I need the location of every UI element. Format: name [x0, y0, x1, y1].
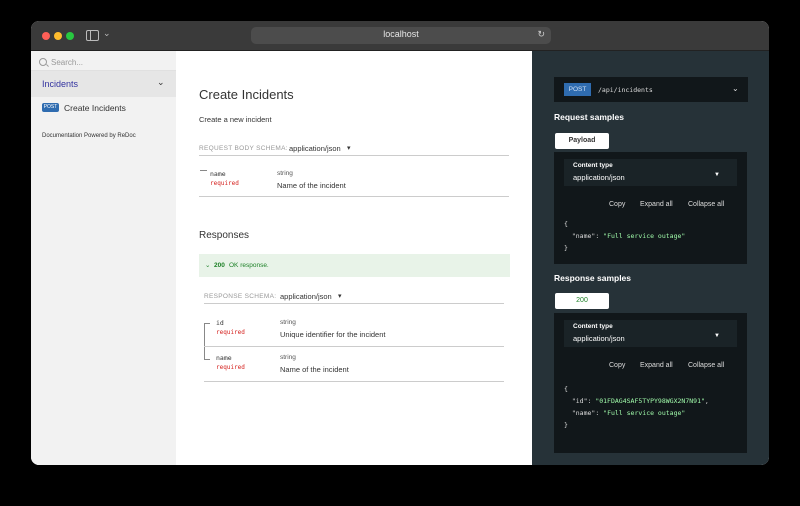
tree-connector	[204, 359, 210, 360]
field-name: name	[216, 354, 232, 362]
request-content-type-select[interactable]: application/json	[289, 144, 341, 153]
sample-id-value: "01FDAG4SAF5TYPY98WGX2N7N91"	[595, 397, 705, 405]
collapse-all-button[interactable]: Collapse all	[688, 201, 724, 208]
reload-icon[interactable]: ↻	[537, 29, 545, 40]
sidebar-item-create-incidents[interactable]: POST Create Incidents	[31, 103, 176, 119]
close-window-button[interactable]	[42, 32, 50, 40]
field-name: name	[210, 170, 226, 178]
chevron-down-icon[interactable]: ⌄	[103, 28, 111, 39]
chevron-down-icon: ⌄	[157, 77, 165, 87]
minimize-window-button[interactable]	[54, 32, 62, 40]
copy-button[interactable]: Copy	[609, 362, 625, 369]
responses-title: Responses	[199, 230, 250, 241]
field-type: string	[280, 319, 296, 326]
sample-actions: Copy Expand all Collapse all	[554, 201, 747, 211]
content-type-value: application/json	[573, 173, 625, 182]
search-icon	[39, 58, 47, 66]
response-samples-title: Response samples	[554, 273, 632, 283]
endpoint-path: /api/incidents	[598, 86, 653, 94]
sidebar-item-label: Create Incidents	[64, 103, 126, 113]
search-input[interactable]	[51, 55, 161, 69]
url-text: localhost	[383, 29, 419, 39]
request-sample-code: { "name": "Full service outage" }	[564, 220, 686, 252]
divider	[199, 155, 509, 156]
expand-all-button[interactable]: Expand all	[640, 201, 673, 208]
content-type-select[interactable]: Content type application/json ▼	[564, 320, 737, 347]
caret-down-icon[interactable]: ▾	[347, 144, 351, 152]
sample-actions: Copy Expand all Collapse all	[554, 362, 747, 372]
field-required: required	[216, 329, 245, 336]
divider	[199, 196, 509, 197]
caret-down-icon: ▼	[714, 172, 720, 178]
operation-description: Create a new incident	[199, 115, 272, 124]
powered-by-link[interactable]: Documentation Powered by ReDoc	[42, 133, 136, 139]
chevron-down-icon: ⌄	[732, 84, 739, 93]
response-code: 200	[214, 262, 225, 269]
content-type-value: application/json	[573, 334, 625, 343]
response-sample-code: { "id": "01FDAG4SAF5TYPY98WGX2N7N91", "n…	[564, 385, 709, 429]
main-content: Create Incidents Create a new incident R…	[176, 51, 532, 465]
tab-payload[interactable]: Payload	[555, 133, 609, 149]
title-bar: ⌄ localhost ↻	[31, 21, 769, 51]
sidebar-group-label: Incidents	[42, 79, 79, 89]
content-type-label: Content type	[573, 323, 613, 330]
response-schema-label: RESPONSE SCHEMA:	[204, 293, 277, 300]
tree-connector	[204, 323, 205, 359]
sidebar: Incidents ⌄ POST Create Incidents Docume…	[31, 51, 176, 465]
sidebar-toggle-icon[interactable]	[86, 30, 99, 41]
field-type: string	[277, 170, 293, 177]
field-description: Unique identifier for the incident	[280, 330, 386, 339]
request-body-schema-label: REQUEST BODY SCHEMA:	[199, 145, 288, 152]
field-required: required	[216, 364, 245, 371]
caret-down-icon[interactable]: ▾	[338, 292, 342, 300]
field-type: string	[280, 354, 296, 361]
field-name: id	[216, 319, 224, 327]
field-required: required	[210, 180, 239, 187]
divider	[204, 346, 504, 347]
divider	[204, 381, 504, 382]
samples-panel: POST /api/incidents ⌄ Request samples Pa…	[532, 51, 769, 465]
tree-connector	[200, 170, 207, 171]
search-box	[39, 55, 169, 71]
response-text: OK response.	[229, 262, 269, 269]
copy-button[interactable]: Copy	[609, 201, 625, 208]
field-description: Name of the incident	[277, 181, 346, 190]
field-description: Name of the incident	[280, 365, 349, 374]
request-sample-box: Content type application/json ▼ Copy Exp…	[554, 152, 747, 264]
address-bar[interactable]: localhost ↻	[251, 27, 551, 44]
collapse-all-button[interactable]: Collapse all	[688, 362, 724, 369]
endpoint-toggle[interactable]: POST /api/incidents ⌄	[554, 77, 748, 102]
post-method-badge: POST	[42, 103, 59, 112]
tab-200[interactable]: 200	[555, 293, 609, 309]
sidebar-group-incidents[interactable]: Incidents ⌄	[31, 71, 176, 97]
content-type-label: Content type	[573, 162, 613, 169]
response-sample-box: Content type application/json ▼ Copy Exp…	[554, 313, 747, 453]
sample-name-value: "Full service outage"	[603, 409, 686, 417]
divider	[204, 303, 504, 304]
browser-window: ⌄ localhost ↻ Incidents ⌄ POST Create In…	[31, 21, 769, 465]
chevron-down-icon: ⌄	[205, 262, 211, 269]
caret-down-icon: ▼	[714, 333, 720, 339]
page-title: Create Incidents	[199, 87, 294, 102]
expand-all-button[interactable]: Expand all	[640, 362, 673, 369]
sample-name-value: "Full service outage"	[603, 232, 686, 240]
request-samples-title: Request samples	[554, 112, 624, 122]
response-content-type-select[interactable]: application/json	[280, 292, 332, 301]
response-200-toggle[interactable]: ⌄ 200 OK response.	[199, 254, 510, 277]
maximize-window-button[interactable]	[66, 32, 74, 40]
post-method-badge: POST	[564, 83, 591, 96]
content-type-select[interactable]: Content type application/json ▼	[564, 159, 737, 186]
